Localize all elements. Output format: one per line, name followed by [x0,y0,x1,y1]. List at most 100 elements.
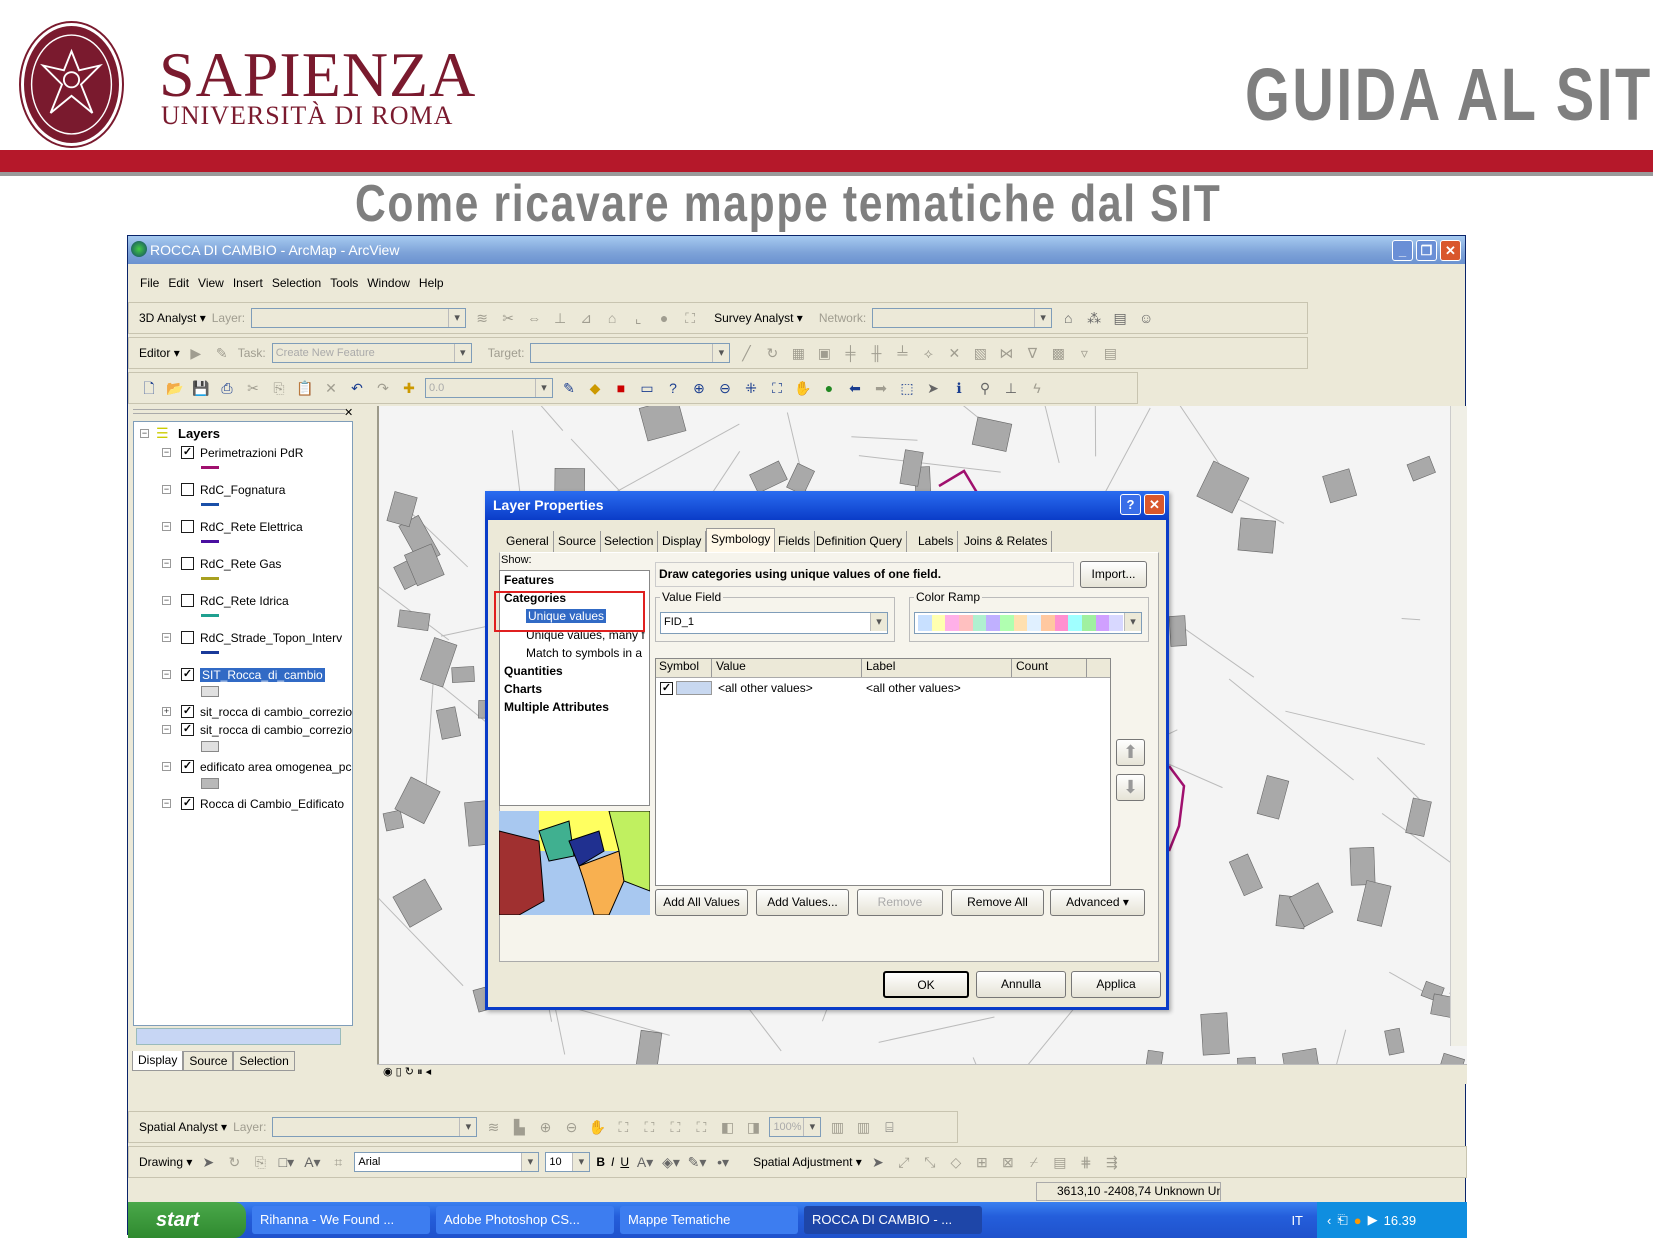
toc-tab-source[interactable]: Source [183,1051,233,1071]
show-match-symbols[interactable]: Match to symbols in a [526,646,642,660]
restore-button[interactable]: ❐ [1416,240,1437,261]
topology8-icon[interactable]: ∇ [1022,343,1042,363]
profile-graph-icon[interactable]: ⌞ [628,308,648,328]
show-features[interactable]: Features [504,573,554,587]
modify-link-icon[interactable]: ⤡ [920,1152,940,1172]
minimize-button[interactable]: _ [1392,240,1413,261]
layer-visibility-checkbox[interactable]: ✓ [181,705,194,718]
paste-icon[interactable]: 📋 [295,378,315,398]
layer-name[interactable]: RdC_Rete Gas [200,557,281,571]
sketch-props-icon[interactable]: ▣ [814,343,834,363]
advanced-button[interactable]: Advanced ▾ [1050,889,1145,916]
3d-analyst-menu[interactable]: 3D Analyst ▾ [139,311,206,325]
select-tool-icon[interactable]: ➤ [868,1152,888,1172]
layer-name[interactable]: sit_rocca di cambio_correzio [200,723,352,737]
tab-source[interactable]: Source [554,531,601,552]
change-layout-icon[interactable]: ⌸ [879,1117,899,1137]
survey-analyst-menu[interactable]: Survey Analyst ▾ [714,311,803,325]
layer-combo[interactable] [251,308,466,328]
add-data-icon[interactable]: ✚ [399,378,419,398]
layer-line-symbol[interactable] [201,540,219,543]
add-all-values-button[interactable]: Add All Values [655,889,748,916]
layer-expand-toggle[interactable]: − [162,633,171,642]
layer-visibility-checkbox[interactable] [181,520,194,533]
undo-icon[interactable]: ↶ [347,378,367,398]
layer-expand-toggle[interactable]: − [162,522,171,531]
refresh-icon[interactable]: ↻ [405,1066,414,1078]
layer-visibility-checkbox[interactable] [181,631,194,644]
interpolate-point-icon[interactable]: ⊥ [550,308,570,328]
select-elements-icon[interactable]: ➤ [198,1152,218,1172]
layer-expand-toggle[interactable]: + [162,707,171,716]
layer-fill-symbol[interactable] [201,741,219,752]
survey-doc-icon[interactable]: ▤ [1110,308,1130,328]
show-multiple-attributes[interactable]: Multiple Attributes [504,700,609,714]
select-elements-icon[interactable]: ➤ [923,378,943,398]
survey-house-icon[interactable]: ⌂ [1058,308,1078,328]
menu-help[interactable]: Help [419,276,444,290]
layer-name[interactable]: Rocca di Cambio_Edificato [200,797,344,811]
spatial-adjustment-menu[interactable]: Spatial Adjustment ▾ [753,1155,862,1169]
attributes-icon[interactable]: ▦ [788,343,808,363]
layout-zoom2-icon[interactable]: ⛶ [639,1117,659,1137]
zoom-whole-page-icon[interactable]: ⎘ [250,1152,270,1172]
fixed-zoom-in-icon[interactable]: ⁜ [741,378,761,398]
remove-button[interactable]: Remove [857,889,943,916]
toc-tab-display[interactable]: Display [132,1051,183,1071]
layer-line-symbol[interactable] [201,503,219,506]
layer-name[interactable]: RdC_Fognatura [200,483,285,497]
arcscene-icon[interactable]: ● [654,308,674,328]
command-line-icon[interactable]: ▭ [637,378,657,398]
tab-symbology[interactable]: Symbology [706,528,775,552]
layer-expand-toggle[interactable]: − [162,725,171,734]
font-size-combo[interactable]: 10 [545,1152,590,1172]
tab-fields[interactable]: Fields [774,531,815,552]
new-icon[interactable]: 🗋 [139,378,159,398]
save-icon[interactable]: 💾 [191,378,211,398]
topology7-icon[interactable]: ⋈ [996,343,1016,363]
select-features-icon[interactable]: ⬚ [897,378,917,398]
value-field-combo[interactable]: FID_1 [660,612,888,634]
layer-name[interactable]: SIT_Rocca_di_cambio [200,668,325,682]
line-of-sight-icon[interactable]: ⇔ [524,308,544,328]
table-row[interactable]: ✓ <all other values> <all other values> [656,678,1110,698]
interpolate-polygon-icon[interactable]: ⌂ [602,308,622,328]
layer-expand-toggle[interactable]: − [162,762,171,771]
layer-line-symbol[interactable] [201,577,219,580]
survey-smile-icon[interactable]: ☺ [1136,308,1156,328]
menu-file[interactable]: File [140,276,159,290]
cut-icon[interactable]: ✂ [243,378,263,398]
toc-grip[interactable] [133,409,345,414]
rotate-element-icon[interactable]: ↻ [224,1152,244,1172]
back-extent-icon[interactable]: ⬅ [845,378,865,398]
layer-line-symbol[interactable] [201,614,219,617]
line-color-icon[interactable]: ✎▾ [687,1152,707,1172]
layers-root[interactable]: Layers [178,426,220,441]
tab-general[interactable]: General [502,531,554,552]
copy-icon[interactable]: ⎘ [269,378,289,398]
font-combo[interactable]: Arial [354,1152,539,1172]
fill-color-icon[interactable]: ◈▾ [661,1152,681,1172]
layer-name[interactable]: RdC_Rete Elettrica [200,520,303,534]
layer-visibility-checkbox[interactable]: ✓ [181,760,194,773]
whats-this-icon[interactable]: ? [663,378,683,398]
topology2-icon[interactable]: ╫ [866,343,886,363]
redo-icon[interactable]: ↷ [373,378,393,398]
layer-name[interactable]: sit_rocca di cambio_correzio [200,705,352,719]
layout-zoom3-icon[interactable]: ⛶ [665,1117,685,1137]
col-symbol[interactable]: Symbol [656,659,712,677]
multi-link-icon[interactable]: ◇ [946,1152,966,1172]
tray-expand-icon[interactable]: ‹ [1327,1213,1331,1228]
layer-visibility-checkbox[interactable] [181,594,194,607]
tray-network-icon[interactable]: ⎗ [1337,1212,1347,1228]
layout-zoom-combo[interactable]: 100% [769,1117,821,1137]
layer-line-symbol[interactable] [201,651,219,654]
clear-links-icon[interactable]: ⌿ [1024,1152,1044,1172]
font-color-icon[interactable]: A▾ [635,1152,655,1172]
layer-visibility-checkbox[interactable] [181,483,194,496]
pan-icon[interactable]: ✋ [793,378,813,398]
menu-tools[interactable]: Tools [330,276,358,290]
editor-menu[interactable]: Editor ▾ [139,346,180,360]
arctoolbox-icon[interactable]: ■ [611,378,631,398]
show-quantities[interactable]: Quantities [504,664,563,678]
